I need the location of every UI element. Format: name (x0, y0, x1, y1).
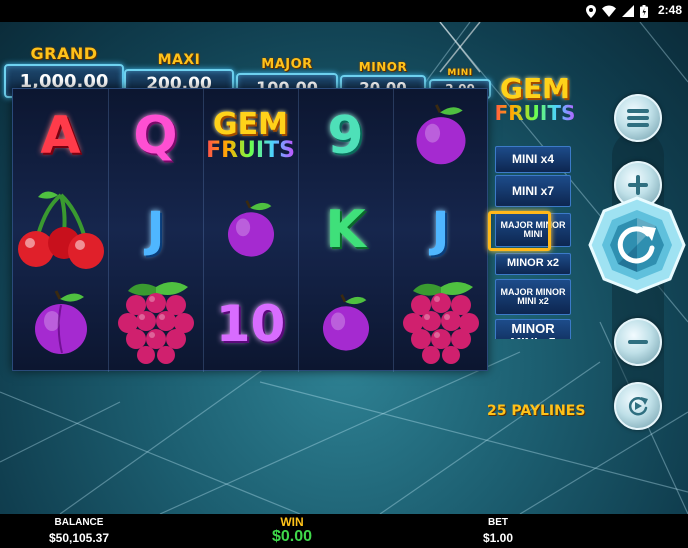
bet-decrease-button[interactable] (614, 318, 662, 366)
status-bar: 2:48 (0, 0, 688, 22)
balance-label: BALANCE (54, 517, 104, 528)
symbol-q: Q (133, 106, 178, 166)
reel-5-row-2: J (393, 183, 488, 277)
reel-2-row-2: J (108, 183, 203, 277)
jackpot-minor-label: MINOR (358, 60, 408, 74)
reel-4-row-3 (298, 277, 393, 371)
autoplay-icon (628, 397, 648, 416)
bet-label: BET (488, 517, 508, 528)
reel-5-row-3 (393, 277, 488, 371)
signal-icon (622, 5, 634, 17)
side-logo: GEM FRUITS (492, 72, 578, 124)
cherry-icon (17, 191, 104, 269)
balance-value: $50,105.37 (48, 531, 110, 545)
bonus-item: MAJOR MINOR MINI x2 (495, 279, 571, 315)
spin-icon (588, 196, 686, 294)
grapes-icon (117, 282, 194, 364)
reel-4-row-2: K (298, 183, 393, 277)
reel-3-row-3: 10 (203, 277, 298, 371)
bonus-item: MINI x7 (495, 175, 571, 207)
plum-icon (322, 294, 369, 351)
reel-4-row-1: 9 (298, 89, 393, 183)
reel-1-row-3 (13, 277, 108, 371)
menu-icon (627, 109, 649, 127)
symbol-9: 9 (327, 106, 364, 166)
wifi-icon (602, 5, 616, 17)
paylines-label: 25 PAYLINES (487, 403, 586, 419)
plum-icon (227, 200, 274, 257)
jackpot-maxi-label: MAXI (157, 52, 201, 68)
bonus-item: MINI x4 (495, 146, 571, 173)
bonus-item: MINOR x2 (495, 253, 571, 275)
location-icon (586, 4, 596, 18)
menu-button[interactable] (614, 94, 662, 142)
jackpot-mini-label: MINI (447, 68, 473, 78)
symbol-j: J (431, 202, 450, 258)
bottom-bar: BALANCE $50,105.37 WIN $0.00 BET $1.00 (0, 514, 688, 548)
reel-5-row-1 (393, 89, 488, 183)
status-time: 2:48 (657, 3, 682, 17)
win-label: WIN (280, 515, 304, 529)
battery-icon (640, 4, 648, 18)
symbol-10: 10 (215, 295, 286, 353)
logo-gem-text: GEM (213, 107, 288, 142)
jackpot-major-label: MAJOR (261, 57, 313, 72)
reel-3-row-1: GEM FRUITS (203, 89, 298, 183)
plum-icon (34, 290, 87, 354)
reel-2-row-1: Q (108, 89, 203, 183)
win-value: $0.00 (271, 528, 313, 545)
side-logo-fruits-text: FRUITS (492, 103, 578, 123)
reel-2-row-3 (108, 277, 203, 371)
symbol-k: K (325, 200, 366, 260)
autoplay-button[interactable] (614, 382, 662, 430)
reels-grid: A Q J GEM FRUITS 10 9 K J (12, 88, 488, 372)
bet-value: $1.00 (482, 531, 514, 545)
symbol-a: A (40, 106, 81, 166)
gem-fruits-logo: GEM FRUITS (206, 110, 295, 162)
grapes-icon (402, 282, 479, 364)
bonus-item: MINOR MINI x5 (495, 319, 571, 339)
logo-fruits-text: FRUITS (206, 138, 295, 163)
plus-icon (628, 175, 648, 195)
symbol-j: J (146, 202, 165, 258)
minus-icon (628, 340, 648, 344)
jackpot-grand-label: GRAND (30, 44, 98, 63)
reel-1-row-2 (13, 183, 108, 277)
bonus-highlight-frame (488, 211, 551, 251)
spin-button[interactable] (588, 196, 686, 294)
side-logo-gem-text: GEM (500, 72, 570, 105)
reel-1-row-1: A (13, 89, 108, 183)
reel-3-row-2 (203, 183, 298, 277)
status-icons (586, 4, 648, 18)
plum-icon (415, 104, 466, 165)
